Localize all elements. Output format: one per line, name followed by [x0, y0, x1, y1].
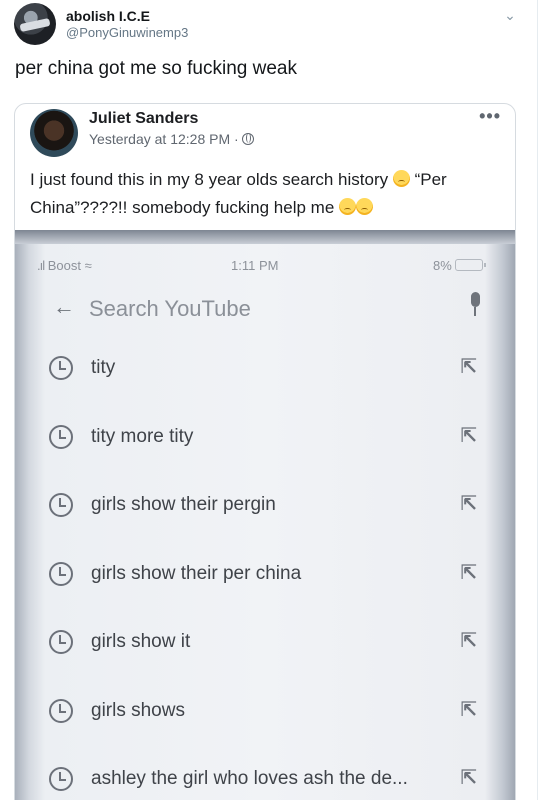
history-item: ashley the girl who loves ash the de... …: [45, 759, 485, 800]
status-battery: 8%: [433, 258, 486, 273]
arrow-up-left-icon: ⇱: [460, 630, 477, 652]
history-item-label: tity more tity: [91, 425, 194, 447]
tweet-author-avatar[interactable]: [14, 3, 56, 45]
arrow-up-left-icon: ⇱: [460, 698, 477, 721]
microphone-icon: [469, 292, 481, 318]
post-photo[interactable]: .ıl Boost ≈ 1:11 PM 8% ← Search YouTube …: [15, 230, 515, 800]
post-author-avatar: [30, 109, 78, 157]
youtube-search-bar: ← Search YouTube: [37, 288, 497, 332]
carrier-name: Boost: [47, 258, 81, 273]
history-item: girls show it ⇱: [45, 622, 485, 691]
post-timestamp: Yesterday at 12:28 PM ·: [89, 131, 254, 147]
history-clock-icon: [49, 561, 73, 586]
back-arrow-icon: ←: [53, 294, 75, 319]
search-history-list: tity ⇱ tity more tity ⇱ girls show their…: [45, 348, 485, 800]
history-clock-icon: [49, 767, 73, 791]
battery-icon: [454, 259, 486, 271]
history-clock-icon: [49, 493, 73, 517]
post-text: I just found this in my 8 year olds sear…: [30, 166, 500, 222]
tweet-text: per china got me so fucking weak: [15, 58, 297, 79]
history-item: girls show their pergin ⇱: [45, 485, 485, 554]
arrow-up-left-icon: ⇱: [460, 561, 477, 584]
tweet-author-handle[interactable]: @PonyGinuwinemp3: [66, 25, 188, 40]
history-item: tity more tity ⇱: [45, 417, 485, 486]
history-item-label: girls show their per china: [91, 562, 302, 584]
persevering-face-emoji-icon: [339, 198, 357, 215]
arrow-up-left-icon: ⇱: [460, 356, 477, 378]
arrow-up-left-icon: ⇱: [460, 767, 477, 789]
globe-icon: [241, 133, 254, 145]
more-options-icon: •••: [479, 106, 501, 126]
status-time: 1:11 PM: [231, 258, 279, 273]
search-placeholder: Search YouTube: [89, 296, 251, 321]
history-item: tity ⇱: [45, 348, 485, 417]
post-timestamp-text: Yesterday at 12:28 PM ·: [89, 131, 239, 147]
history-item-label: girls shows: [91, 699, 185, 721]
history-clock-icon: [49, 630, 73, 654]
tweet-author-name[interactable]: abolish I.C.E: [66, 8, 150, 24]
post-author-name: Juliet Sanders: [89, 110, 199, 127]
arrow-up-left-icon: ⇱: [460, 493, 477, 515]
chevron-down-icon[interactable]: ⌄: [499, 4, 521, 26]
signal-icon: .ıl: [37, 258, 45, 273]
history-item-label: girls show their pergin: [91, 494, 276, 515]
history-clock-icon: [49, 424, 73, 449]
wifi-icon: ≈: [84, 258, 92, 273]
persevering-face-emoji-icon: [392, 170, 410, 187]
history-item-label: tity: [91, 357, 116, 378]
history-clock-icon: [49, 356, 73, 380]
embedded-facebook-post[interactable]: Juliet Sanders Yesterday at 12:28 PM · •…: [14, 103, 516, 800]
history-item-label: girls show it: [91, 631, 191, 652]
battery-percent: 8%: [433, 258, 452, 273]
history-clock-icon: [49, 698, 73, 723]
history-item: girls show their per china ⇱: [45, 554, 485, 623]
post-text-part1: I just found this in my 8 year olds sear…: [30, 170, 389, 189]
history-item: girls shows ⇱: [45, 691, 485, 760]
photo-frame-edge: [15, 230, 515, 244]
persevering-face-emoji-icon: [356, 198, 374, 215]
status-carrier: .ıl Boost ≈: [37, 258, 92, 273]
tweet: abolish I.C.E @PonyGinuwinemp3 ⌄ per chi…: [0, 0, 538, 800]
arrow-up-left-icon: ⇱: [460, 424, 477, 447]
history-item-label: ashley the girl who loves ash the de...: [91, 768, 408, 789]
